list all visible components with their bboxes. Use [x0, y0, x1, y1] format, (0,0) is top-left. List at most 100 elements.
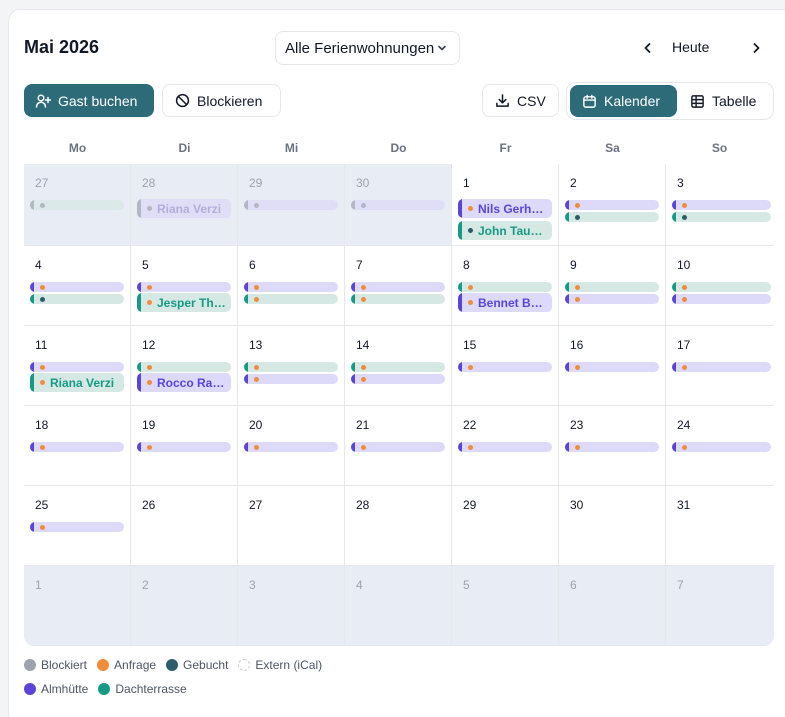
occupancy-bar-dachterrasse[interactable] [672, 282, 771, 292]
status-dot [468, 364, 473, 370]
occupancy-bar-dachterrasse[interactable] [565, 212, 659, 222]
tab-tabelle-label: Tabelle [712, 93, 757, 109]
day-cell[interactable]: 22 [452, 406, 559, 486]
occupancy-bar-dachterrasse[interactable] [137, 362, 231, 372]
day-cell[interactable]: 29 [452, 486, 559, 566]
occupancy-bar-almhuette[interactable] [351, 282, 445, 292]
book-guest-button[interactable]: Gast buchen [24, 84, 154, 117]
day-cell[interactable]: 6 [238, 246, 345, 326]
occupancy-bar-almhuette[interactable] [30, 362, 124, 372]
occupancy-bar-dachterrasse[interactable] [458, 282, 552, 292]
occupancy-bar-almhuette[interactable] [458, 362, 552, 372]
day-cell[interactable]: 8 Bennet Bauer [452, 246, 559, 326]
booking-almhuette[interactable]: Bennet Bauer [458, 293, 552, 312]
occupancy-bar-almhuette[interactable] [672, 442, 771, 452]
booking-almhuette[interactable]: Nils Gerhardt [458, 199, 552, 218]
booking-dachterrasse[interactable]: Jesper Thomsen [137, 293, 231, 312]
day-cell[interactable]: 4 [345, 566, 452, 646]
day-cell[interactable]: 30 [345, 164, 452, 246]
day-cell[interactable]: 29 [238, 164, 345, 246]
booking-guest-name: Rocco Rausch [157, 376, 227, 390]
unit-color-edge [565, 282, 569, 292]
property-select[interactable]: Alle Ferienwohnungen [275, 31, 460, 65]
block-button[interactable]: Blockieren [162, 84, 281, 117]
day-cell[interactable]: 12 Rocco Rausch [131, 326, 238, 406]
occupancy-bar-dachterrasse[interactable] [565, 282, 659, 292]
day-cell[interactable]: 23 [559, 406, 666, 486]
booking-almhuette[interactable]: Riana Verzi [137, 199, 231, 218]
occupancy-bar-almhuette[interactable] [244, 442, 338, 452]
day-cell[interactable]: 31 [666, 486, 774, 566]
day-cell[interactable]: 2 [559, 164, 666, 246]
booking-almhuette[interactable]: Rocco Rausch [137, 373, 231, 392]
day-cell[interactable]: 27 [238, 486, 345, 566]
occupancy-bar-dachterrasse[interactable] [244, 362, 338, 372]
booking-dachterrasse[interactable]: Riana Verzi [30, 373, 124, 392]
occupancy-bar-almhuette[interactable] [351, 374, 445, 384]
occupancy-bar-almhuette[interactable] [351, 200, 445, 210]
day-cell[interactable]: 1 [24, 566, 131, 646]
day-cell[interactable]: 3 [238, 566, 345, 646]
day-cell[interactable]: 18 [24, 406, 131, 486]
day-cell[interactable]: 5 Jesper Thomsen [131, 246, 238, 326]
booking-dachterrasse[interactable]: John Tausend [458, 221, 552, 240]
occupancy-bar-almhuette[interactable] [30, 522, 124, 532]
day-cell[interactable]: 26 [131, 486, 238, 566]
today-button[interactable]: Heute [672, 39, 709, 55]
day-cell[interactable]: 15 [452, 326, 559, 406]
day-cell[interactable]: 2 [131, 566, 238, 646]
day-cell[interactable]: 17 [666, 326, 774, 406]
day-cell[interactable]: 11 Riana Verzi [24, 326, 131, 406]
day-cell[interactable]: 13 [238, 326, 345, 406]
day-cell[interactable]: 20 [238, 406, 345, 486]
day-cell[interactable]: 28 [345, 486, 452, 566]
day-cell[interactable]: 19 [131, 406, 238, 486]
day-cell[interactable]: 5 [452, 566, 559, 646]
prev-month-button[interactable] [636, 36, 660, 60]
occupancy-bar-almhuette[interactable] [137, 282, 231, 292]
day-cell[interactable]: 14 [345, 326, 452, 406]
occupancy-bar-almhuette[interactable] [565, 294, 659, 304]
occupancy-bar-almhuette[interactable] [565, 442, 659, 452]
occupancy-bar-almhuette[interactable] [30, 442, 124, 452]
day-number: 23 [570, 418, 584, 432]
day-cell[interactable]: 25 [24, 486, 131, 566]
tab-kalender[interactable]: Kalender [570, 85, 677, 117]
day-cell[interactable]: 9 [559, 246, 666, 326]
day-cell[interactable]: 3 [666, 164, 774, 246]
day-cell[interactable]: 21 [345, 406, 452, 486]
day-cell[interactable]: 28 Riana Verzi [131, 164, 238, 246]
occupancy-bar-almhuette[interactable] [565, 362, 659, 372]
day-cell[interactable]: 24 [666, 406, 774, 486]
occupancy-bar-dachterrasse[interactable] [244, 294, 338, 304]
day-cell[interactable]: 10 [666, 246, 774, 326]
day-cell[interactable]: 7 [345, 246, 452, 326]
occupancy-bar-almhuette[interactable] [672, 362, 771, 372]
day-cell[interactable]: 4 [24, 246, 131, 326]
occupancy-bar-dachterrasse[interactable] [30, 294, 124, 304]
occupancy-bar-almhuette[interactable] [672, 200, 771, 210]
occupancy-bar-almhuette[interactable] [565, 200, 659, 210]
occupancy-bar-almhuette[interactable] [351, 442, 445, 452]
tab-tabelle[interactable]: Tabelle [679, 85, 772, 117]
csv-export-button[interactable]: CSV [482, 84, 559, 117]
day-cell[interactable]: 1 Nils Gerhardt John Tausend [452, 164, 559, 246]
next-month-button[interactable] [744, 36, 768, 60]
occupancy-bar-dachterrasse[interactable] [672, 212, 771, 222]
occupancy-bar-almhuette[interactable] [672, 294, 771, 304]
day-cell[interactable]: 30 [559, 486, 666, 566]
day-cell[interactable]: 7 [666, 566, 774, 646]
occupancy-bar-almhuette[interactable] [30, 282, 124, 292]
occupancy-bar-almhuette[interactable] [244, 374, 338, 384]
occupancy-bar-almhuette[interactable] [137, 442, 231, 452]
occupancy-bar-dachterrasse[interactable] [30, 200, 124, 210]
occupancy-bar-dachterrasse[interactable] [351, 362, 445, 372]
occupancy-bar-almhuette[interactable] [244, 282, 338, 292]
occupancy-bar-almhuette[interactable] [458, 442, 552, 452]
day-cell[interactable]: 16 [559, 326, 666, 406]
day-number: 18 [35, 418, 49, 432]
day-cell[interactable]: 27 [24, 164, 131, 246]
occupancy-bar-dachterrasse[interactable] [351, 294, 445, 304]
day-cell[interactable]: 6 [559, 566, 666, 646]
occupancy-bar-almhuette[interactable] [244, 200, 338, 210]
